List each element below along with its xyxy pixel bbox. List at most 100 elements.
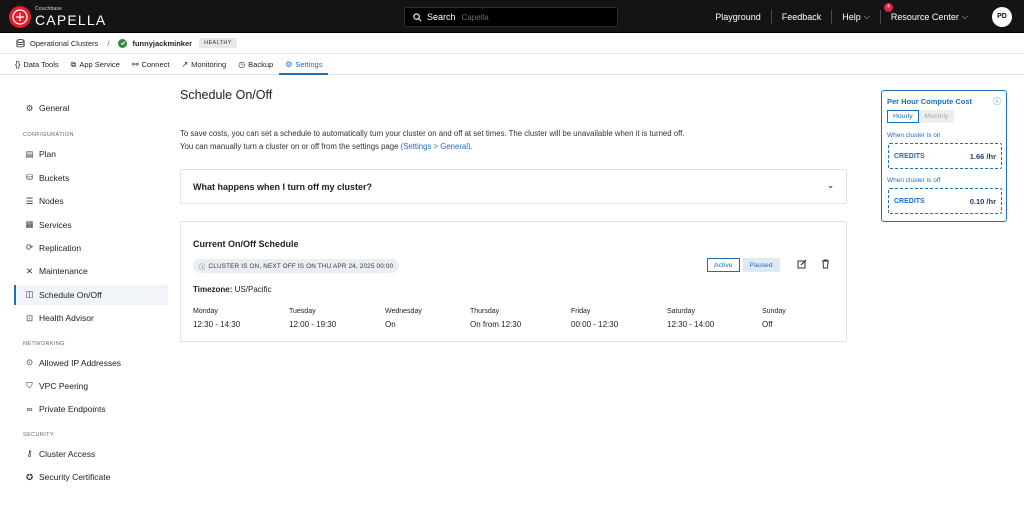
- sidebar-item-label: Buckets: [39, 172, 70, 183]
- sidebar-item-replication[interactable]: ⟳ Replication: [14, 238, 168, 258]
- breadcrumb-root[interactable]: Operational Clusters: [30, 39, 98, 48]
- tab-backup[interactable]: ◷ Backup: [232, 55, 279, 74]
- day-time: 12:00 - 19:30: [289, 320, 337, 329]
- sidebar-item-label: Security Certificate: [39, 472, 111, 483]
- notification-badge: 4: [883, 2, 893, 12]
- tab-connect[interactable]: ⚯ Connect: [126, 55, 176, 74]
- feedback-link[interactable]: Feedback: [770, 9, 832, 24]
- breadcrumb-separator: /: [107, 38, 110, 48]
- certificate-icon: ✪: [25, 471, 34, 482]
- bucket-icon: ⛁: [25, 172, 34, 183]
- health-advisor-icon: ⊡: [25, 312, 34, 323]
- day-name: Thursday: [470, 308, 500, 315]
- info-icon[interactable]: ⓘ: [993, 96, 1001, 107]
- resource-center-menu[interactable]: 4 Resource Center ⌵: [879, 2, 978, 24]
- help-menu[interactable]: Help ⌵: [831, 9, 880, 24]
- tab-monitoring[interactable]: ↗ Monitoring: [175, 55, 232, 74]
- credits-label: CREDITS: [894, 197, 925, 205]
- database-icon: [16, 38, 25, 47]
- healthy-check-icon: [118, 38, 128, 48]
- tab-label: Data Tools: [23, 60, 59, 69]
- tab-label: Settings: [295, 60, 323, 69]
- description-line: To save costs, you can set a schedule to…: [180, 129, 685, 138]
- monthly-button[interactable]: Monthly: [918, 110, 955, 123]
- billing-period-toggle: Hourly Monthly: [887, 110, 955, 123]
- connect-icon: ⚯: [131, 60, 139, 69]
- sidebar-item-label: Nodes: [39, 196, 64, 207]
- sidebar-item-schedule[interactable]: ◫ Schedule On/Off: [14, 284, 168, 305]
- sidebar-item-plan[interactable]: ▤ Plan: [14, 144, 168, 164]
- breadcrumb-cluster[interactable]: funnyjackminker: [132, 39, 192, 48]
- tab-settings[interactable]: ⚙ Settings: [279, 55, 329, 75]
- day-time: On from 12:30: [470, 320, 522, 329]
- sidebar-item-maintenance[interactable]: ✕ Maintenance: [14, 261, 168, 281]
- location-pin-icon: ⊙: [25, 357, 34, 368]
- sidebar-item-security-certificate[interactable]: ✪ Security Certificate: [14, 467, 168, 487]
- capella-logo[interactable]: Couchbase CAPELLA: [9, 6, 106, 28]
- user-avatar[interactable]: PD: [992, 6, 1012, 27]
- gear-icon: ⚙: [25, 102, 34, 113]
- hourly-button[interactable]: Hourly: [887, 110, 919, 123]
- calendar-clock-icon: ◫: [25, 289, 34, 300]
- delete-icon[interactable]: [821, 259, 830, 271]
- day-name: Wednesday: [385, 308, 422, 315]
- turn-off-faq-accordion[interactable]: What happens when I turn off my cluster?…: [180, 169, 847, 204]
- compute-cost-title: Per Hour Compute Cost: [887, 97, 973, 106]
- sidebar-item-label: Health Advisor: [39, 313, 94, 324]
- edit-icon[interactable]: [797, 259, 807, 271]
- section-heading-configuration: CONFIGURATION: [23, 132, 74, 139]
- shield-icon: ⛉: [26, 380, 33, 391]
- chart-icon: ↗: [181, 60, 189, 69]
- maintenance-icon: ✕: [25, 265, 34, 276]
- paused-toggle-button[interactable]: Paused: [742, 258, 780, 272]
- link-icon: ∞: [26, 404, 33, 415]
- active-toggle-button[interactable]: Active: [707, 258, 740, 272]
- top-nav: Playground Feedback Help ⌵ 4 Resource Ce…: [705, 0, 1024, 33]
- sidebar-item-buckets[interactable]: ⛁ Buckets: [14, 168, 168, 188]
- tab-app-service[interactable]: ⧉ App Service: [65, 55, 126, 74]
- description-text: You can manually turn a cluster on or of…: [180, 142, 401, 151]
- sidebar-item-cluster-access[interactable]: ⚷ Cluster Access: [14, 444, 168, 464]
- chevron-down-icon: ⌵: [961, 11, 968, 21]
- sidebar-item-health-advisor[interactable]: ⊡ Health Advisor: [14, 308, 168, 328]
- sidebar-item-vpc-peering[interactable]: ⛉ VPC Peering: [14, 376, 168, 396]
- nodes-icon: ☰: [25, 195, 34, 206]
- sidebar-item-allowed-ip[interactable]: ⊙ Allowed IP Addresses: [14, 353, 168, 373]
- clock-icon: ◷: [238, 60, 246, 69]
- app-root: Couchbase CAPELLA Search Playground Feed…: [0, 0, 1024, 513]
- day-column: Sunday Off: [762, 308, 786, 329]
- credits-off-value: 0.10 /hr: [969, 196, 996, 206]
- day-column: Friday 00:00 - 12:30: [571, 308, 618, 329]
- sidebar-item-label: Services: [39, 219, 72, 230]
- settings-general-link[interactable]: (Settings > General): [401, 142, 471, 151]
- tab-data-tools[interactable]: {} Data Tools: [9, 55, 65, 74]
- top-bar: Couchbase CAPELLA Search Playground Feed…: [0, 0, 1024, 33]
- help-label: Help: [842, 11, 861, 22]
- day-time: On: [385, 320, 396, 329]
- sidebar-item-private-endpoints[interactable]: ∞ Private Endpoints: [14, 399, 168, 419]
- day-column: Wednesday On: [385, 308, 422, 329]
- day-column: Thursday On from 12:30: [470, 308, 521, 329]
- tab-label: App Service: [79, 60, 120, 69]
- logo-brand-name: CAPELLA: [35, 12, 107, 28]
- logo-text: Couchbase CAPELLA: [35, 7, 107, 28]
- day-time: 00:00 - 12:30: [571, 320, 619, 329]
- day-name: Friday: [571, 308, 591, 315]
- sidebar-item-label: General: [39, 103, 70, 113]
- playground-link[interactable]: Playground: [705, 10, 771, 24]
- day-name: Tuesday: [289, 308, 316, 315]
- day-column: Monday 12:30 - 14:30: [193, 308, 240, 329]
- gear-icon: ⚙: [285, 60, 293, 69]
- schedule-status-badge: ⓘ CLUSTER IS ON, NEXT OFF IS ON THU APR …: [193, 259, 400, 273]
- global-search[interactable]: Search: [404, 7, 618, 27]
- sidebar-item-services[interactable]: ▦ Services: [14, 215, 168, 235]
- search-input[interactable]: [461, 12, 582, 22]
- day-time: 12:30 - 14:30: [193, 320, 241, 329]
- plan-icon: ▤: [25, 148, 34, 159]
- cluster-off-label: When cluster is off: [887, 177, 941, 184]
- replication-icon: ⟳: [25, 242, 34, 253]
- sidebar-item-general[interactable]: ⚙ General: [14, 98, 168, 118]
- day-column: Tuesday 12:00 - 19:30: [289, 308, 336, 329]
- sidebar-item-label: Allowed IP Addresses: [39, 357, 122, 368]
- sidebar-item-nodes[interactable]: ☰ Nodes: [14, 191, 168, 211]
